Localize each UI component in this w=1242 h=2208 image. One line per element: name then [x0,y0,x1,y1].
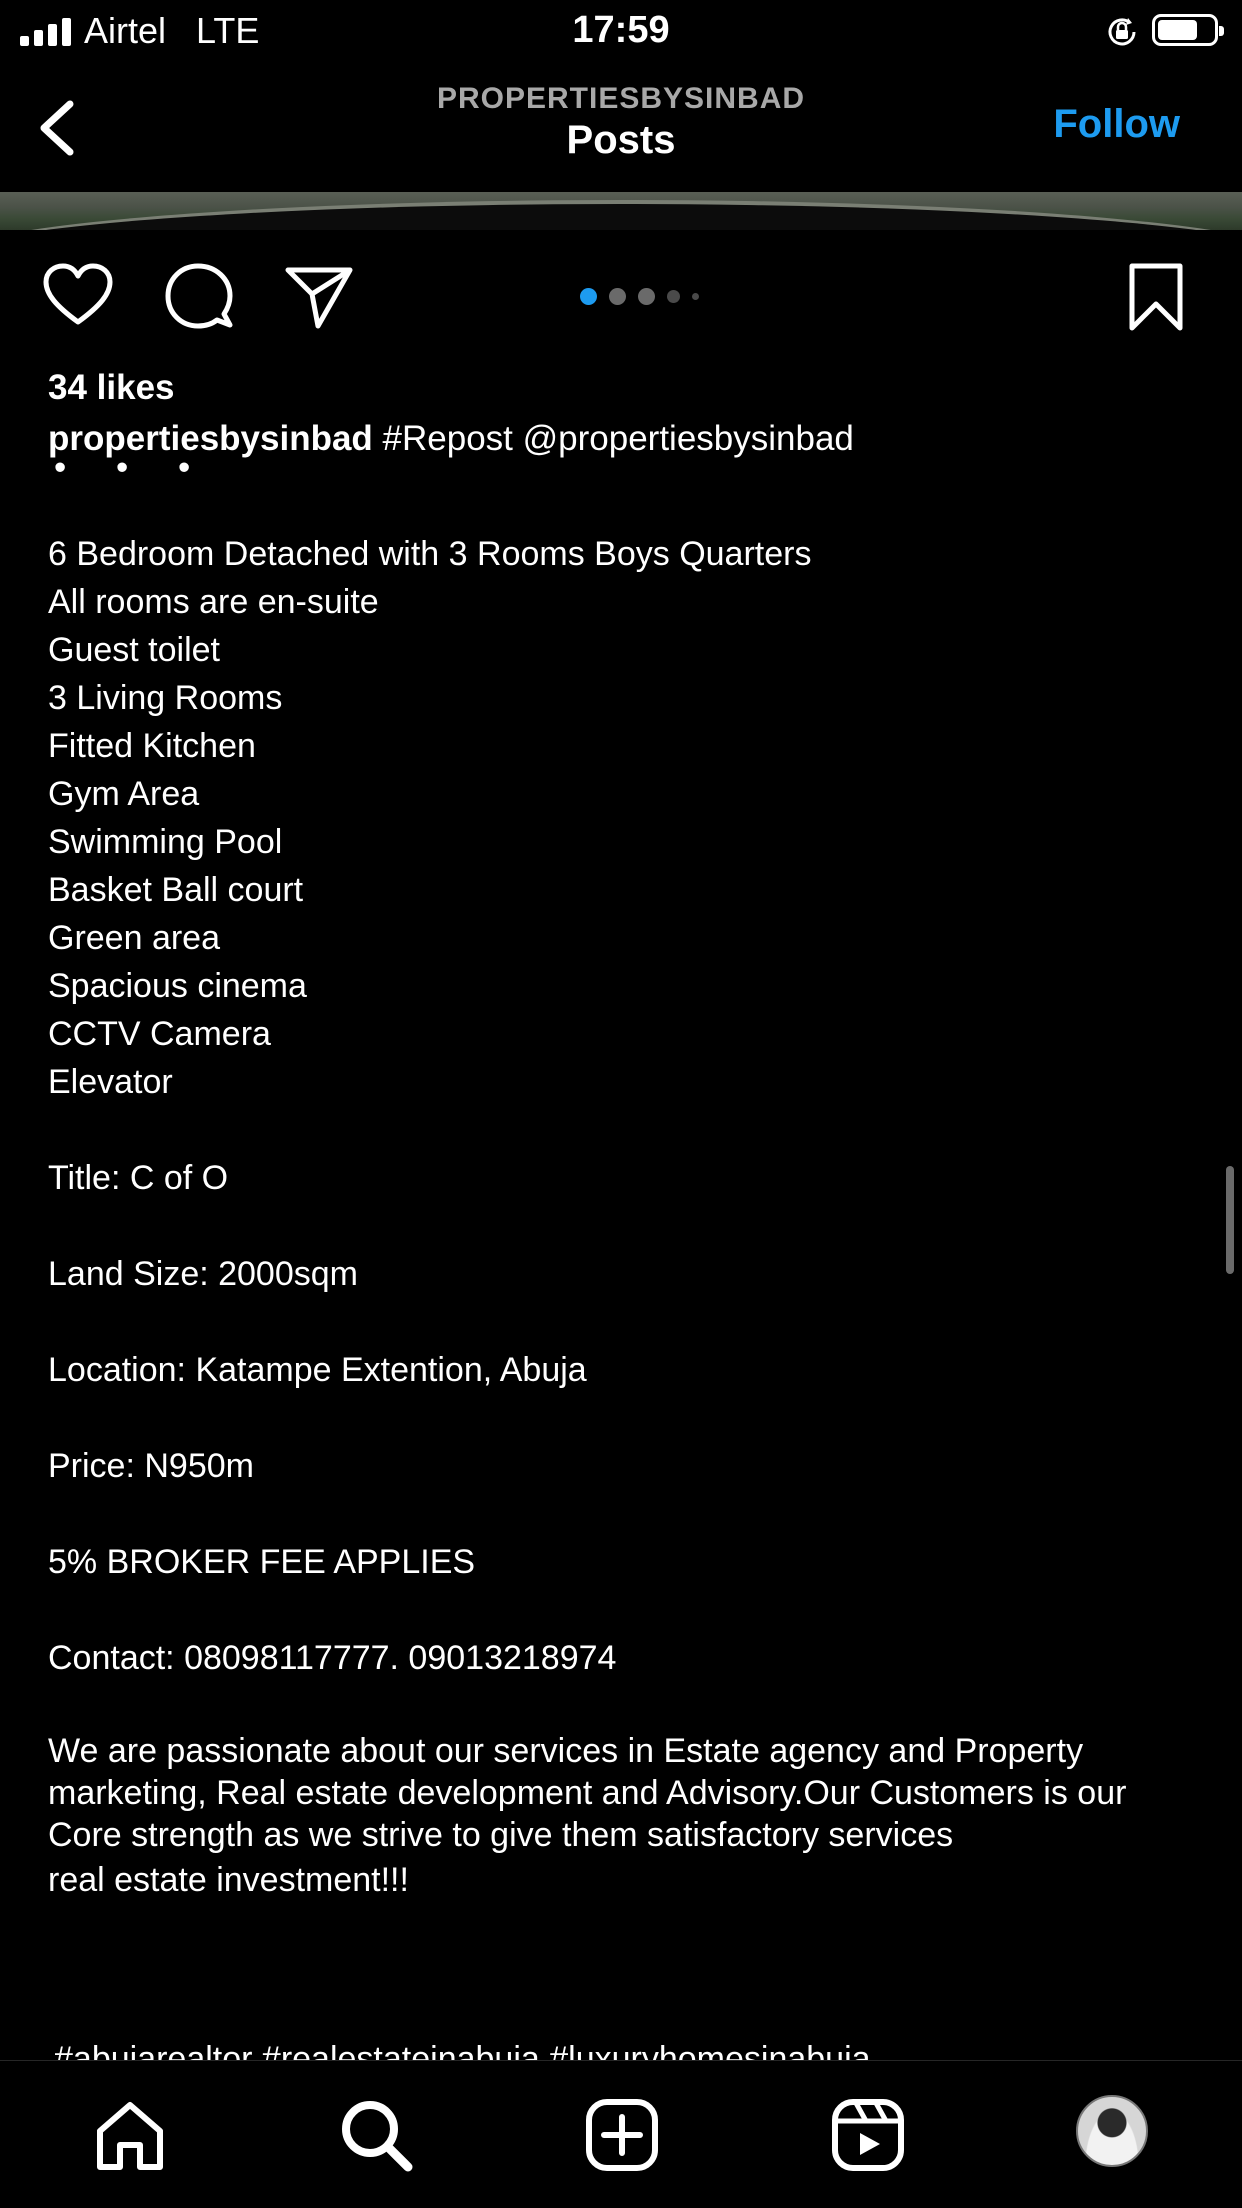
about-paragraph: We are passionate about our services in … [48,1732,1127,1854]
battery-icon [1152,14,1224,46]
caption-header: propertiesbysinbad #Repost @propertiesby… [48,414,1182,464]
broker-fee-line: 5% BROKER FEE APPLIES [48,1543,476,1581]
location-line: Location: Katampe Extention, Abuja [48,1351,587,1389]
carousel-dot [609,288,626,305]
feature-line: Swimming Pool [48,823,283,861]
feature-line: Fitted Kitchen [48,727,256,765]
follow-button[interactable]: Follow [1053,102,1180,147]
home-icon[interactable] [92,2097,168,2173]
title-line: Title: C of O [48,1159,229,1197]
carousel-dot [638,288,655,305]
post-caption: 34 likes propertiesbysinbad #Repost @pro… [48,366,1182,1904]
reels-icon[interactable] [830,2097,906,2173]
carousel-dot [667,290,680,303]
price-line: Price: N950m [48,1447,254,1485]
land-size-line: Land Size: 2000sqm [48,1255,358,1293]
post-actions [0,262,1242,342]
feature-line: Elevator [48,1063,173,1101]
feature-list: 6 Bedroom Detached with 3 Rooms Boys Qua… [48,530,1182,1106]
contact-line: Contact: 08098117777. 09013218974 [48,1639,617,1677]
feature-line: 3 Living Rooms [48,679,283,717]
bottom-tab-bar [0,2060,1242,2208]
feature-line: CCTV Camera [48,1015,271,1053]
status-bar: Airtel LTE 17:59 [0,0,1242,62]
caption-first-line: #Repost @propertiesbysinbad [382,419,854,458]
carousel-indicator [580,288,699,305]
rotation-lock-icon [1108,18,1136,46]
comment-icon[interactable] [164,262,234,332]
heart-icon[interactable] [42,262,114,328]
bookmark-icon[interactable] [1126,262,1186,334]
scrollbar[interactable] [1226,1166,1234,1274]
likes-count[interactable]: 34 likes [48,366,1182,410]
closing-line: real estate investment!!! [48,1861,409,1899]
carousel-dot-active [580,288,597,305]
feature-line: All rooms are en-suite [48,583,379,621]
feature-line: Guest toilet [48,631,220,669]
share-paper-plane-icon[interactable] [284,264,354,330]
carousel-dot [692,293,699,300]
feature-line: Gym Area [48,775,200,813]
hashtags[interactable]: #abujarealtor #realestateinabuja #luxury… [54,2040,871,2060]
profile-avatar[interactable] [1076,2095,1148,2167]
caption-body: 6 Bedroom Detached with 3 Rooms Boys Qua… [48,530,1182,1904]
feature-line: 6 Bedroom Detached with 3 Rooms Boys Qua… [48,535,812,573]
add-post-icon[interactable] [584,2097,660,2173]
post-image[interactable] [0,192,1242,230]
search-icon[interactable] [338,2097,414,2173]
feature-line: Spacious cinema [48,967,307,1005]
clock: 17:59 [572,9,670,51]
top-nav: PROPERTIESBYSINBAD Posts Follow [0,62,1242,192]
feature-line: Basket Ball court [48,871,304,909]
feature-line: Green area [48,919,220,957]
